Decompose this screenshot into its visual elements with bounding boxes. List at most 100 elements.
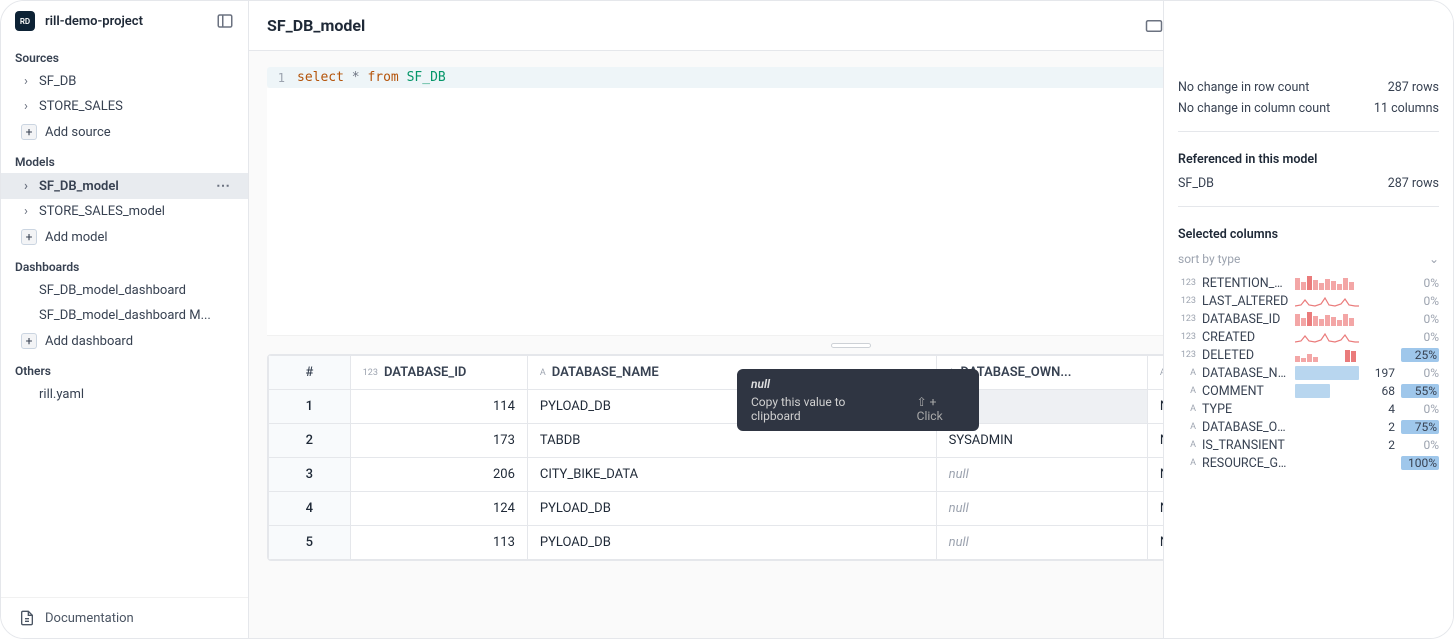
col-type: A — [1178, 422, 1196, 432]
add-source-button[interactable]: + Add source — [1, 119, 248, 145]
sidebar-item-label: SF_DB_model — [39, 179, 204, 194]
sidebar-model-storesales[interactable]: › STORE_SALES_model — [1, 199, 248, 224]
add-dashboard-label: Add dashboard — [45, 334, 133, 349]
column-row[interactable]: A IS_TRANSIENT 2 0% — [1178, 436, 1439, 454]
page-title: SF_DB_model — [267, 16, 1144, 35]
chevron-right-icon: › — [21, 74, 31, 89]
sort-dropdown[interactable]: sort by type ⌄ — [1178, 250, 1439, 270]
add-dashboard-button[interactable]: + Add dashboard — [1, 328, 248, 354]
cell-name[interactable]: PYLOAD_DB — [527, 492, 936, 526]
col-pct: 0% — [1401, 438, 1439, 452]
cell-rownum: 4 — [269, 492, 351, 526]
col-name: RESOURCE_GROUP — [1202, 456, 1289, 471]
sidebar-item-label: SF_DB_model_dashboard — [39, 283, 234, 298]
code-content[interactable]: select * from SF_DB — [297, 70, 446, 85]
selected-columns-heading: Selected columns — [1178, 227, 1439, 242]
cell-id[interactable]: 173 — [350, 424, 527, 458]
resize-handle-pill — [831, 343, 871, 348]
col-type: A — [1178, 404, 1196, 414]
sidebar-model-sfdb[interactable]: › SF_DB_model ⋯ — [1, 173, 248, 199]
col-count: 4 — [1365, 402, 1395, 416]
section-sources-heading: Sources — [1, 41, 248, 69]
col-viz — [1295, 402, 1359, 416]
col-name: LAST_ALTERED — [1202, 294, 1289, 309]
col-viz — [1295, 366, 1359, 380]
col-pct: 25% — [1401, 348, 1439, 362]
sidebar-item-label: SF_DB — [39, 74, 234, 89]
column-row[interactable]: 123 DATABASE_ID 0% — [1178, 310, 1439, 328]
col-type: A — [1178, 386, 1196, 396]
sidebar-source-storesales[interactable]: › STORE_SALES — [1, 94, 248, 119]
col-count: 2 — [1365, 438, 1395, 452]
tooltip: null Copy this value to clipboard ⇧ + Cl… — [737, 369, 979, 431]
add-model-button[interactable]: + Add model — [1, 224, 248, 250]
kw-star: * — [352, 70, 360, 85]
sidebar-header: RD rill-demo-project — [1, 1, 248, 41]
layout-single-icon[interactable] — [1144, 18, 1164, 34]
chevron-right-icon: › — [21, 99, 31, 114]
col-type: A — [1178, 458, 1196, 468]
col-type: A — [1178, 368, 1196, 378]
col-type: 123 — [1178, 278, 1196, 288]
plus-icon: + — [21, 124, 37, 140]
column-row[interactable]: A RESOURCE_GROUP 100% — [1178, 454, 1439, 472]
column-row[interactable]: A TYPE 4 0% — [1178, 400, 1439, 418]
cell-owner[interactable]: null — [936, 458, 1147, 492]
row-change-value: 287 rows — [1388, 80, 1439, 95]
cell-rownum: 2 — [269, 424, 351, 458]
sidebar-item-label: SF_DB_model_dashboard M... — [39, 308, 234, 323]
documentation-link[interactable]: Documentation — [1, 597, 248, 638]
referenced-item[interactable]: SF_DB 287 rows — [1178, 175, 1439, 192]
add-model-label: Add model — [45, 230, 108, 245]
col-type: 123 — [1178, 332, 1196, 342]
project-name[interactable]: rill-demo-project — [45, 14, 206, 29]
cell-owner[interactable]: null — [936, 492, 1147, 526]
sidebar-dashboard-2[interactable]: SF_DB_model_dashboard M... — [1, 303, 248, 328]
cell-id[interactable]: 124 — [350, 492, 527, 526]
column-row[interactable]: 123 DELETED 25% — [1178, 346, 1439, 364]
column-row[interactable]: A DATABASE_OWNER 2 75% — [1178, 418, 1439, 436]
col-pct: 75% — [1401, 420, 1439, 434]
columns-list: 123 RETENTION_TIME 0% 123 LAST_ALTERED 0… — [1178, 274, 1439, 472]
cell-id[interactable]: 114 — [350, 390, 527, 424]
add-source-label: Add source — [45, 125, 111, 140]
col-viz — [1295, 330, 1359, 344]
column-row[interactable]: 123 LAST_ALTERED 0% — [1178, 292, 1439, 310]
col-name: DELETED — [1202, 348, 1289, 363]
cell-owner[interactable]: null — [936, 526, 1147, 560]
column-row[interactable]: 123 CREATED 0% — [1178, 328, 1439, 346]
more-icon[interactable]: ⋯ — [212, 178, 234, 194]
sidebar-dashboard-1[interactable]: SF_DB_model_dashboard — [1, 278, 248, 303]
col-pct: 55% — [1401, 384, 1439, 398]
col-type: 123 — [1178, 350, 1196, 360]
tooltip-text: Copy this value to clipboard — [751, 395, 897, 423]
sort-label: sort by type — [1178, 252, 1240, 266]
sidebar-source-sfdb[interactable]: › SF_DB — [1, 69, 248, 94]
col-name: DATABASE_OWNER — [1202, 420, 1289, 435]
col-label: DATABASE_NAME — [552, 365, 659, 380]
type-tag: A — [540, 368, 546, 378]
plus-icon: + — [21, 333, 37, 349]
column-row[interactable]: A COMMENT 68 55% — [1178, 382, 1439, 400]
col-pct: 0% — [1401, 402, 1439, 416]
col-viz — [1295, 420, 1359, 434]
col-change-label: No change in column count — [1178, 101, 1330, 116]
cell-name[interactable]: PYLOAD_DB — [527, 526, 936, 560]
col-database-id[interactable]: 123DATABASE_ID — [350, 356, 527, 390]
sidebar-other-rillyaml[interactable]: rill.yaml — [1, 382, 248, 407]
col-viz — [1295, 294, 1359, 308]
documentation-label: Documentation — [45, 611, 134, 626]
col-rownum[interactable]: # — [269, 356, 351, 390]
column-row[interactable]: A DATABASE_NAME 197 0% — [1178, 364, 1439, 382]
cell-id[interactable]: 113 — [350, 526, 527, 560]
panel-toggle-icon[interactable] — [216, 12, 234, 30]
sidebar-item-label: STORE_SALES — [39, 99, 234, 114]
column-row[interactable]: 123 RETENTION_TIME 0% — [1178, 274, 1439, 292]
col-name: DATABASE_ID — [1202, 312, 1289, 327]
section-models-heading: Models — [1, 145, 248, 173]
project-badge: RD — [15, 11, 35, 31]
col-type: 123 — [1178, 296, 1196, 306]
cell-name[interactable]: CITY_BIKE_DATA — [527, 458, 936, 492]
cell-id[interactable]: 206 — [350, 458, 527, 492]
cell-rownum: 1 — [269, 390, 351, 424]
